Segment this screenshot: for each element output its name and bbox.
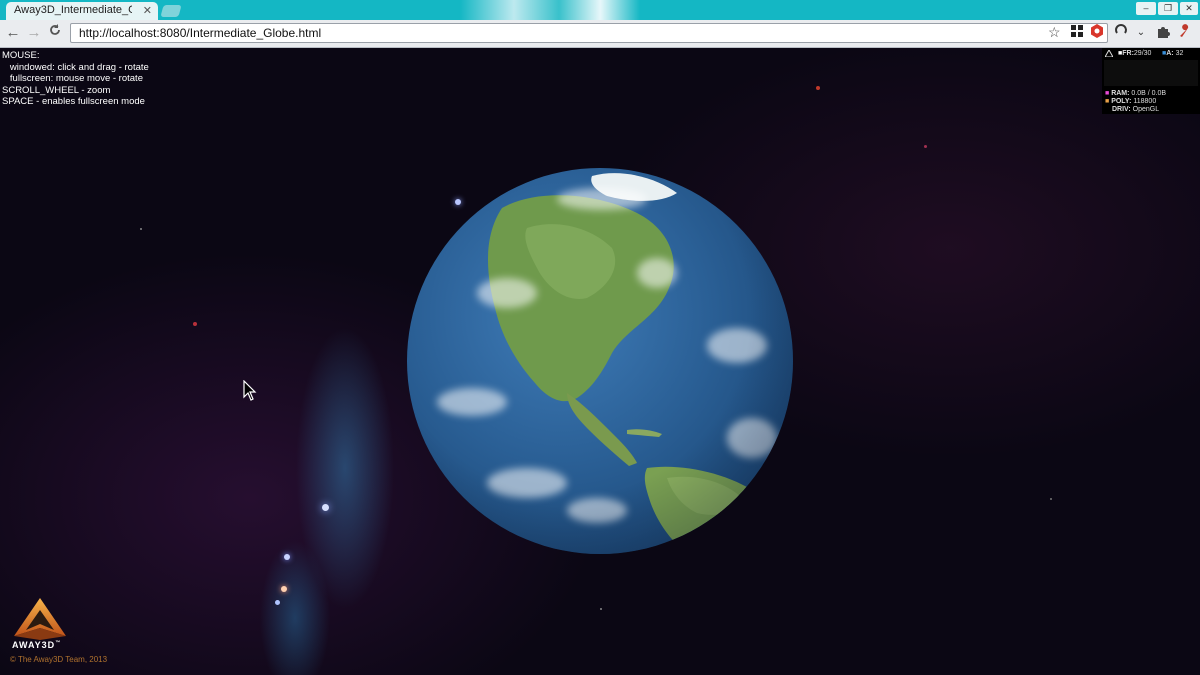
back-button[interactable]: ←: [3, 23, 23, 43]
stats-a: ■A: 32: [1162, 50, 1184, 57]
away3d-logo-text: AWAY3D™: [12, 640, 61, 650]
star: [924, 145, 927, 148]
stats-driv-value: OpenGL: [1132, 106, 1160, 113]
star: [281, 586, 287, 592]
stats-driv-label: DRIV:: [1112, 106, 1131, 113]
reload-button[interactable]: [45, 23, 65, 43]
minimize-button[interactable]: –: [1136, 2, 1156, 15]
stats-panel: ■FR:29/30 ■A: 32 ■ RAM: 0.0B / 0.0B ■ PO…: [1102, 48, 1200, 114]
new-tab-button[interactable]: [160, 5, 182, 17]
extension-grid-icon[interactable]: [1068, 24, 1086, 42]
stats-graph: [1104, 60, 1198, 86]
star: [193, 322, 197, 326]
globe-sphere: [407, 168, 793, 554]
sync-icon[interactable]: [1112, 24, 1130, 42]
globe-shading: [407, 168, 793, 554]
browser-tab[interactable]: Away3D_Intermediate_Globe ✕: [6, 2, 158, 20]
controls-help-text: MOUSE: windowed: click and drag - rotate…: [2, 50, 149, 108]
bookmark-star-icon[interactable]: ☆: [1048, 24, 1061, 40]
stats-poly-value: 118800: [1133, 98, 1157, 105]
wrench-menu-icon[interactable]: [1176, 24, 1194, 42]
stats-poly: ■ POLY: 118800: [1105, 98, 1157, 105]
copyright-text: © The Away3D Team, 2013: [10, 655, 108, 664]
stats-ram-value: 0.0B / 0.0B: [1131, 90, 1167, 97]
maximize-button[interactable]: ❐: [1158, 2, 1178, 15]
stats-ram: ■ RAM: 0.0B / 0.0B: [1105, 90, 1167, 97]
stats-a-value: 32: [1175, 50, 1184, 57]
adblock-hex-icon[interactable]: [1088, 24, 1106, 42]
browser-toolbar: ← → http://localhost:8080/Intermediate_G…: [0, 20, 1200, 48]
forward-button[interactable]: →: [24, 23, 44, 43]
help-line: MOUSE:: [2, 50, 40, 61]
tab-title: Away3D_Intermediate_Globe: [14, 4, 132, 16]
mouse-cursor-icon: [243, 379, 257, 407]
puzzle-extension-icon[interactable]: [1154, 24, 1172, 42]
star: [816, 86, 820, 90]
stats-a-label: A:: [1166, 50, 1174, 57]
stats-ram-label: RAM:: [1111, 90, 1130, 97]
star: [140, 228, 142, 230]
star: [322, 504, 329, 511]
star: [600, 608, 602, 610]
reload-icon: [50, 24, 60, 35]
star: [1050, 498, 1052, 500]
window-close-button[interactable]: ✕: [1180, 2, 1198, 15]
stats-poly-label: POLY:: [1111, 98, 1132, 105]
stats-driv: DRIV: OpenGL: [1112, 106, 1159, 113]
stats-toggle-icon[interactable]: [1104, 48, 1114, 59]
star: [284, 554, 290, 560]
help-line: SCROLL_WHEEL - zoom: [2, 84, 111, 96]
address-bar[interactable]: http://localhost:8080/Intermediate_Globe…: [70, 23, 1108, 43]
stats-fr-label: FR:: [1122, 50, 1134, 57]
logo-tm: ™: [55, 640, 62, 646]
help-line: windowed: click and drag - rotate: [2, 61, 149, 73]
stats-fr: ■FR:29/30: [1118, 50, 1152, 57]
star: [275, 600, 280, 605]
help-line: SPACE - enables fullscreen mode: [2, 96, 145, 107]
away3d-logo-mark: [14, 598, 66, 640]
stats-fr-value: 29/30: [1133, 50, 1152, 57]
chevron-down-icon[interactable]: ⌄: [1132, 24, 1150, 42]
earth-globe[interactable]: [399, 160, 801, 562]
logo-name: AWAY3D: [12, 640, 56, 650]
tab-close-icon[interactable]: ✕: [143, 4, 152, 17]
webgl-canvas[interactable]: MOUSE: windowed: click and drag - rotate…: [0, 48, 1200, 675]
tab-strip: Away3D_Intermediate_Globe ✕ – ❐ ✕: [0, 0, 1200, 20]
url-text: http://localhost:8080/Intermediate_Globe…: [79, 26, 322, 40]
help-line: fullscreen: mouse move - rotate: [2, 73, 143, 84]
theme-banner-image: [460, 0, 640, 20]
